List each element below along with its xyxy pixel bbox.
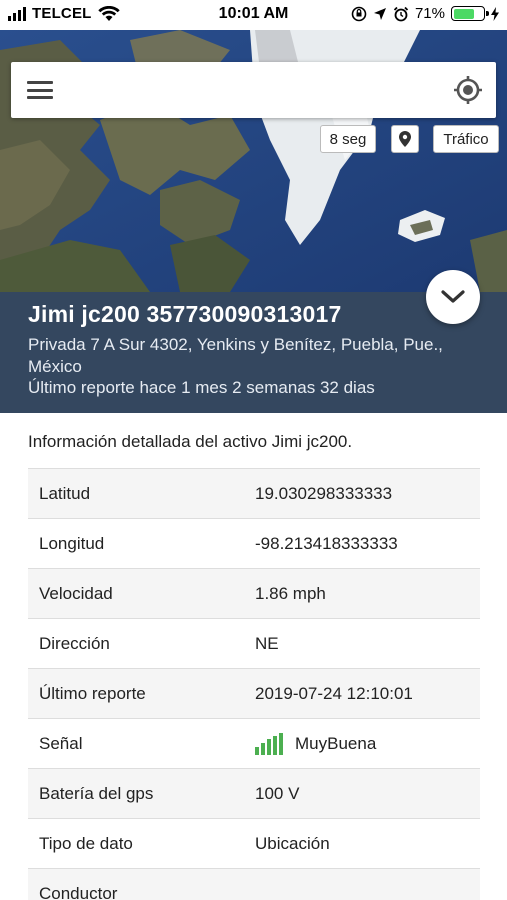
row-label: Longitud bbox=[39, 533, 105, 553]
row-value: 1.86 mph bbox=[255, 583, 326, 603]
table-row: Dirección NE bbox=[28, 619, 480, 669]
row-value: MuyBuena bbox=[255, 732, 480, 755]
traffic-toggle-button[interactable]: Tráfico bbox=[433, 125, 499, 153]
map-pin-button[interactable] bbox=[391, 125, 419, 153]
row-value: 2019-07-24 12:10:01 bbox=[255, 683, 413, 703]
refresh-interval-button[interactable]: 8 seg bbox=[320, 125, 376, 153]
row-value: NE bbox=[255, 633, 279, 653]
status-bar: TELCEL 10:01 AM 71% bbox=[0, 0, 507, 30]
orientation-lock-icon bbox=[351, 6, 367, 21]
my-location-icon[interactable] bbox=[452, 74, 484, 106]
map-view[interactable]: 8 seg Tráfico bbox=[0, 30, 507, 292]
table-row: Velocidad 1.86 mph bbox=[28, 569, 480, 619]
alarm-icon bbox=[393, 6, 409, 21]
location-arrow-icon bbox=[373, 7, 386, 20]
signal-strength-icon bbox=[255, 732, 283, 755]
row-value: Ubicación bbox=[255, 833, 330, 853]
table-row: Latitud 19.030298333333 bbox=[28, 469, 480, 519]
row-label: Último reporte bbox=[39, 683, 146, 703]
details-intro: Información detallada del activo Jimi jc… bbox=[28, 432, 353, 451]
chevron-down-icon bbox=[441, 290, 465, 303]
battery-icon bbox=[451, 6, 489, 21]
battery-percent: 71% bbox=[414, 5, 445, 22]
map-pin-icon bbox=[399, 131, 411, 147]
row-value: -98.213418333333 bbox=[255, 533, 398, 553]
map-search-bar[interactable] bbox=[11, 62, 496, 118]
table-row: Tipo de dato Ubicación bbox=[28, 819, 480, 869]
asset-address: Privada 7 A Sur 4302, Yenkins y Benítez,… bbox=[28, 335, 443, 376]
row-label: Latitud bbox=[39, 483, 91, 503]
collapse-panel-button[interactable] bbox=[426, 270, 480, 324]
row-value: 100 V bbox=[255, 783, 300, 803]
row-value: 19.030298333333 bbox=[255, 483, 393, 503]
row-label: Conductor bbox=[39, 883, 118, 900]
row-label: Tipo de dato bbox=[39, 833, 133, 853]
table-row: Longitud -98.213418333333 bbox=[28, 519, 480, 569]
table-row: Señal MuyBuena bbox=[28, 719, 480, 769]
asset-title: Jimi jc200 357730090313017 bbox=[28, 301, 342, 327]
row-label: Batería del gps bbox=[39, 783, 154, 803]
hamburger-menu-icon[interactable] bbox=[27, 79, 53, 101]
table-row: Último reporte 2019-07-24 12:10:01 bbox=[28, 669, 480, 719]
charging-icon bbox=[491, 6, 499, 21]
asset-last-report: Último reporte hace 1 mes 2 semanas 32 d… bbox=[28, 378, 375, 397]
row-label: Velocidad bbox=[39, 583, 113, 603]
status-right: 71% bbox=[351, 5, 499, 22]
table-row: Conductor bbox=[28, 869, 480, 900]
details-table: Latitud 19.030298333333 Longitud -98.213… bbox=[28, 468, 480, 900]
row-label: Señal bbox=[39, 733, 83, 753]
row-label: Dirección bbox=[39, 633, 110, 653]
table-row: Batería del gps 100 V bbox=[28, 769, 480, 819]
signal-quality-text: MuyBuena bbox=[295, 733, 377, 753]
